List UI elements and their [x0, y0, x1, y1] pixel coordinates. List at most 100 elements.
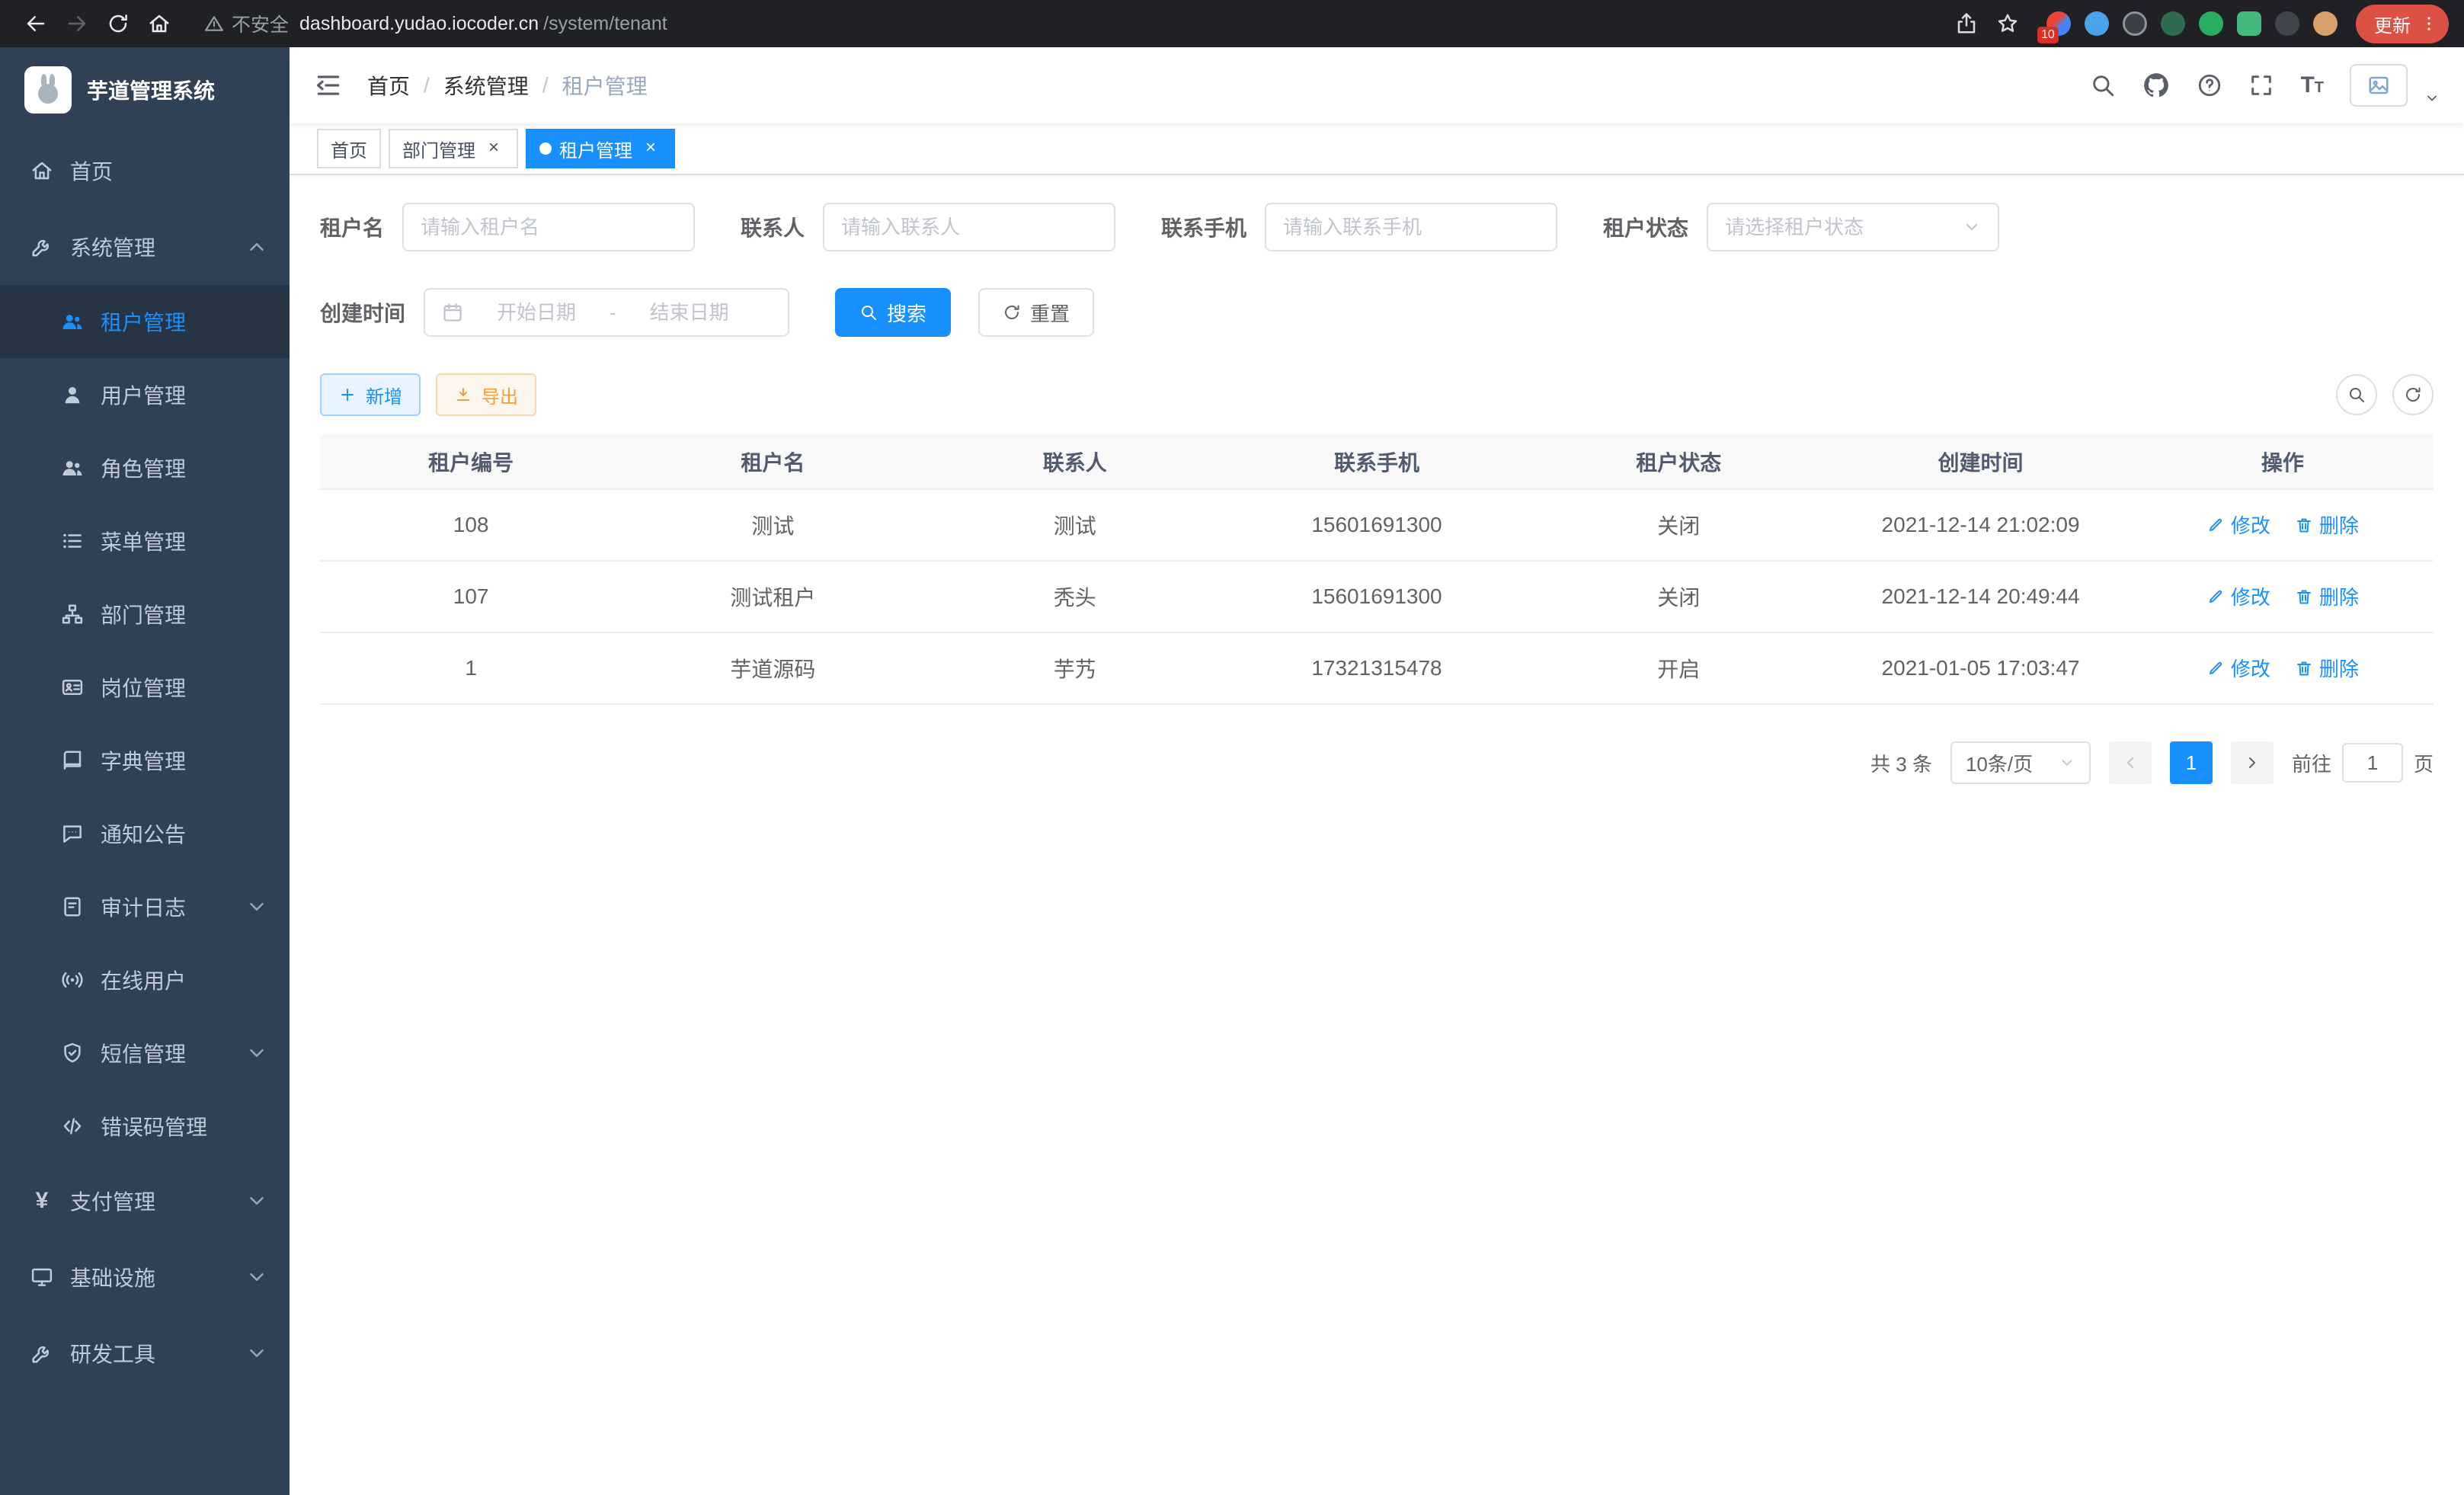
browser-forward-button[interactable]: [56, 3, 98, 44]
tenant-name-cell: 芋道源码: [622, 632, 923, 704]
sidebar-item-menu-management[interactable]: 菜单管理: [0, 504, 290, 578]
edit-link[interactable]: 修改: [2206, 511, 2270, 539]
contact-input[interactable]: [841, 216, 1097, 239]
close-icon[interactable]: ×: [640, 138, 661, 159]
search-button-label: 搜索: [887, 299, 926, 327]
created-cell: 2021-12-14 21:02:09: [1829, 489, 2131, 561]
sidebar-item-infrastructure[interactable]: 基础设施: [0, 1239, 290, 1315]
status-label: 租户状态: [1603, 212, 1688, 242]
browser-back-button[interactable]: [15, 3, 56, 44]
breadcrumb-home[interactable]: 首页: [367, 70, 410, 101]
actions-cell: 修改删除: [2132, 632, 2434, 704]
sidebar-item-online-users[interactable]: 在线用户: [0, 943, 290, 1016]
sidebar-item-role-management[interactable]: 角色管理: [0, 431, 290, 504]
browser-home-button[interactable]: [139, 3, 180, 44]
calendar-icon: [442, 302, 463, 323]
chevron-right-icon: [2243, 754, 2261, 772]
extension-icon-6[interactable]: [2237, 11, 2261, 36]
add-button[interactable]: 新增: [320, 373, 421, 416]
sidebar-item-payment-management[interactable]: ¥ 支付管理: [0, 1163, 290, 1239]
fullscreen-icon[interactable]: [2248, 72, 2274, 98]
browser-profile-avatar[interactable]: [2313, 11, 2338, 36]
status-select-input[interactable]: [1725, 216, 1954, 239]
edit-link[interactable]: 修改: [2206, 582, 2270, 610]
show-search-toggle-button[interactable]: [2336, 374, 2377, 415]
phone-input[interactable]: [1283, 216, 1539, 239]
sidebar-item-user-management[interactable]: 用户管理: [0, 358, 290, 431]
page-number-button[interactable]: 1: [2170, 741, 2213, 784]
created-cell: 2021-01-05 17:03:47: [1829, 632, 2131, 704]
add-button-label: 新增: [366, 382, 402, 408]
filter-status: 租户状态: [1603, 203, 1999, 251]
status-select[interactable]: [1707, 203, 1999, 251]
app-logo: [24, 66, 72, 114]
tenant-name-input[interactable]: [421, 216, 677, 239]
download-icon: [454, 386, 472, 404]
sidebar-item-notice-announcement[interactable]: 通知公告: [0, 797, 290, 870]
browser-update-button[interactable]: 更新: [2356, 5, 2449, 43]
avatar-caret-down-icon[interactable]: [2424, 89, 2440, 107]
refresh-table-button[interactable]: [2392, 374, 2434, 415]
extension-icon-1[interactable]: 10: [2046, 11, 2071, 36]
logo-row[interactable]: 芋道管理系统: [0, 47, 290, 133]
font-size-icon[interactable]: TT: [2300, 72, 2324, 98]
sidebar-item-error-code-management[interactable]: 错误码管理: [0, 1090, 290, 1163]
reset-button[interactable]: 重置: [978, 288, 1094, 337]
sidebar-item-sms-management[interactable]: 短信管理: [0, 1016, 290, 1090]
prev-page-button[interactable]: [2109, 741, 2152, 784]
chevron-down-icon: [1963, 218, 1981, 236]
sidebar-item-dictionary-management[interactable]: 字典管理: [0, 724, 290, 797]
sidebar-item-dev-tools[interactable]: 研发工具: [0, 1315, 290, 1391]
date-end-input[interactable]: [626, 301, 754, 325]
address-bar[interactable]: 不安全 dashboard.yudao.iocoder.cn/system/te…: [204, 10, 667, 37]
edit-link[interactable]: 修改: [2206, 654, 2270, 682]
delete-link[interactable]: 删除: [2295, 654, 2359, 682]
browser-menu-icon[interactable]: [2420, 14, 2438, 33]
extension-icon-2[interactable]: [2085, 11, 2109, 36]
github-icon[interactable]: [2142, 71, 2171, 100]
tenant-name-label: 租户名: [320, 212, 384, 242]
next-page-button[interactable]: [2231, 741, 2274, 784]
avatar[interactable]: [2350, 64, 2408, 107]
chevron-down-icon: [245, 1042, 268, 1064]
tab-tenant-management[interactable]: 租户管理 ×: [526, 129, 675, 168]
delete-link[interactable]: 删除: [2295, 511, 2359, 539]
search-button[interactable]: 搜索: [835, 288, 951, 337]
chevron-down-icon: [245, 1266, 268, 1289]
share-icon[interactable]: [1955, 12, 1978, 35]
tab-department-management[interactable]: 部门管理 ×: [389, 129, 518, 168]
help-icon[interactable]: [2197, 72, 2222, 98]
sidebar-item-label: 研发工具: [70, 1338, 155, 1369]
export-button[interactable]: 导出: [436, 373, 536, 416]
filter-create-time: 创建时间 -: [320, 288, 789, 337]
page-size-select[interactable]: 10条/页: [1950, 741, 2091, 784]
sidebar-item-tenant-management[interactable]: 租户管理: [0, 285, 290, 358]
sidebar-item-label: 审计日志: [101, 892, 186, 922]
tab-label: 首页: [331, 136, 367, 162]
tab-home[interactable]: 首页: [317, 129, 381, 168]
delete-link[interactable]: 删除: [2295, 582, 2359, 610]
goto-page-input[interactable]: [2342, 743, 2403, 783]
close-icon[interactable]: ×: [483, 138, 504, 159]
sidebar-item-department-management[interactable]: 部门管理: [0, 578, 290, 651]
bookmark-star-icon[interactable]: [1996, 12, 2019, 35]
search-icon[interactable]: [2090, 72, 2116, 98]
table-toolbar: 新增 导出: [320, 373, 2434, 416]
date-separator: -: [610, 301, 616, 325]
sidebar-item-home[interactable]: 首页: [0, 133, 290, 209]
sidebar-item-system-management[interactable]: 系统管理: [0, 209, 290, 285]
sidebar-item-audit-log[interactable]: 审计日志: [0, 870, 290, 943]
security-warning[interactable]: 不安全: [204, 10, 289, 37]
sidebar-toggle-button[interactable]: [314, 71, 343, 100]
extension-icon-4[interactable]: [2161, 11, 2185, 36]
date-range-picker[interactable]: -: [424, 288, 789, 337]
extension-icon-5[interactable]: [2199, 11, 2223, 36]
date-start-input[interactable]: [472, 301, 600, 325]
breadcrumb-system[interactable]: 系统管理: [443, 70, 529, 101]
extension-icon-3[interactable]: [2123, 11, 2147, 36]
sidebar-item-label: 部门管理: [101, 599, 186, 629]
sidebar-item-position-management[interactable]: 岗位管理: [0, 651, 290, 724]
tenant-name-cell: 测试: [622, 489, 923, 561]
browser-reload-button[interactable]: [98, 3, 139, 44]
puzzle-extension-icon[interactable]: [2275, 11, 2299, 36]
